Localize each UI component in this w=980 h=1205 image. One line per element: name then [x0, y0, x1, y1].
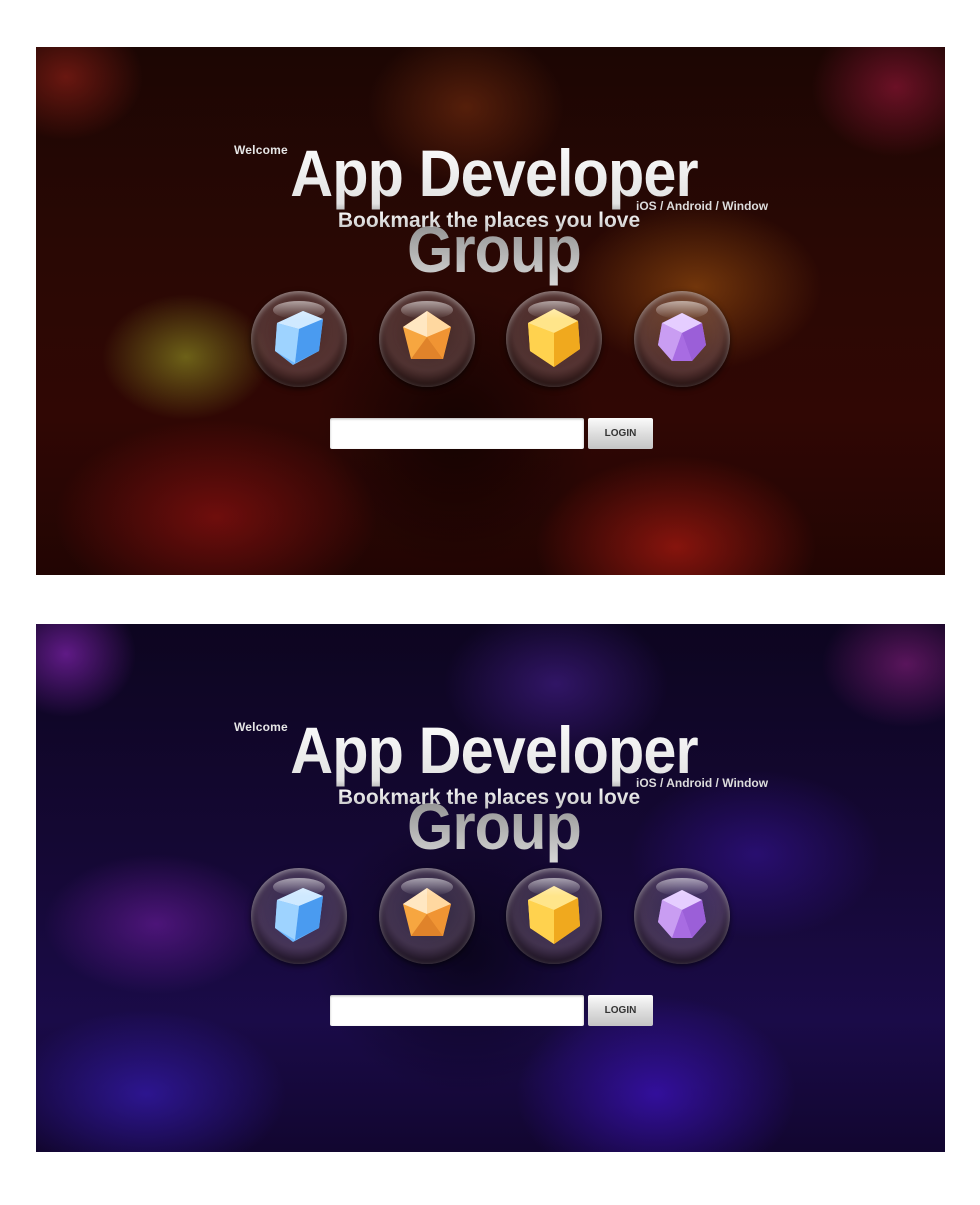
tagline: Bookmark the places you love: [194, 786, 784, 810]
gem-shine: [273, 301, 325, 319]
purple-crystal-gem-icon[interactable]: [634, 868, 730, 964]
blue-cube-gem-icon[interactable]: [251, 291, 347, 387]
login-screen-red: App Developer Group Welcome iOS / Androi…: [36, 47, 945, 575]
welcome-label: Welcome: [234, 720, 288, 734]
login-input[interactable]: [330, 995, 584, 1026]
login-button[interactable]: LOGIN: [588, 418, 653, 449]
gem-shine: [273, 878, 325, 896]
login-screen-blue: App Developer Group Welcome iOS / Androi…: [36, 624, 945, 1152]
yellow-hexagon-gem-icon[interactable]: [506, 291, 602, 387]
yellow-hexagon-gem-icon[interactable]: [506, 868, 602, 964]
tagline: Bookmark the places you love: [194, 209, 784, 233]
login-input[interactable]: [330, 418, 584, 449]
orange-pentagon-gem-icon[interactable]: [379, 291, 475, 387]
gem-shine: [401, 301, 453, 319]
blue-cube-gem-icon[interactable]: [251, 868, 347, 964]
purple-crystal-gem-icon[interactable]: [634, 291, 730, 387]
gem-shine: [528, 878, 580, 896]
login-button[interactable]: LOGIN: [588, 995, 653, 1026]
gem-shine: [656, 301, 708, 319]
orange-pentagon-gem-icon[interactable]: [379, 868, 475, 964]
gem-shine: [528, 301, 580, 319]
welcome-label: Welcome: [234, 143, 288, 157]
gem-shine: [401, 878, 453, 896]
gem-shine: [656, 878, 708, 896]
